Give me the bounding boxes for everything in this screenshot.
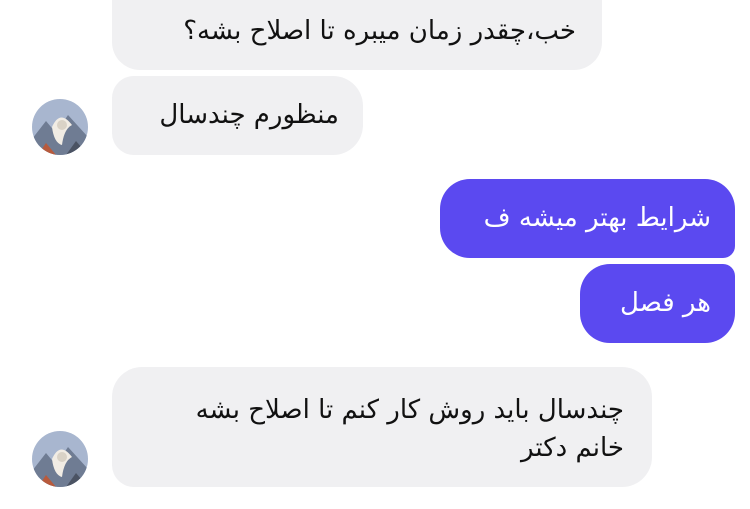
avatar-photo-icon	[32, 99, 88, 155]
incoming-message-bubble[interactable]: چندسال باید روش کار کنم تا اصلاح بشه خان…	[112, 367, 652, 487]
outgoing-message-bubble[interactable]: هر فصل	[580, 264, 735, 343]
contact-avatar[interactable]	[32, 431, 88, 487]
message-text: خب،چقدر زمان میبره تا اصلاح بشه؟	[183, 16, 576, 46]
avatar-photo-icon	[32, 431, 88, 487]
message-text: منظورم چندسال	[159, 100, 339, 130]
incoming-message-bubble[interactable]: خب،چقدر زمان میبره تا اصلاح بشه؟	[112, 0, 602, 70]
message-text: هر فصل	[620, 288, 711, 318]
contact-avatar[interactable]	[32, 99, 88, 155]
message-text: شرایط بهتر میشه ف	[483, 203, 711, 233]
incoming-message-bubble[interactable]: منظورم چندسال	[112, 76, 363, 155]
message-text-line: چندسال باید روش کار کنم تا اصلاح بشه	[195, 395, 624, 425]
message-text-line: خانم دکتر	[521, 433, 624, 463]
outgoing-message-bubble[interactable]: شرایط بهتر میشه ف	[440, 179, 735, 258]
